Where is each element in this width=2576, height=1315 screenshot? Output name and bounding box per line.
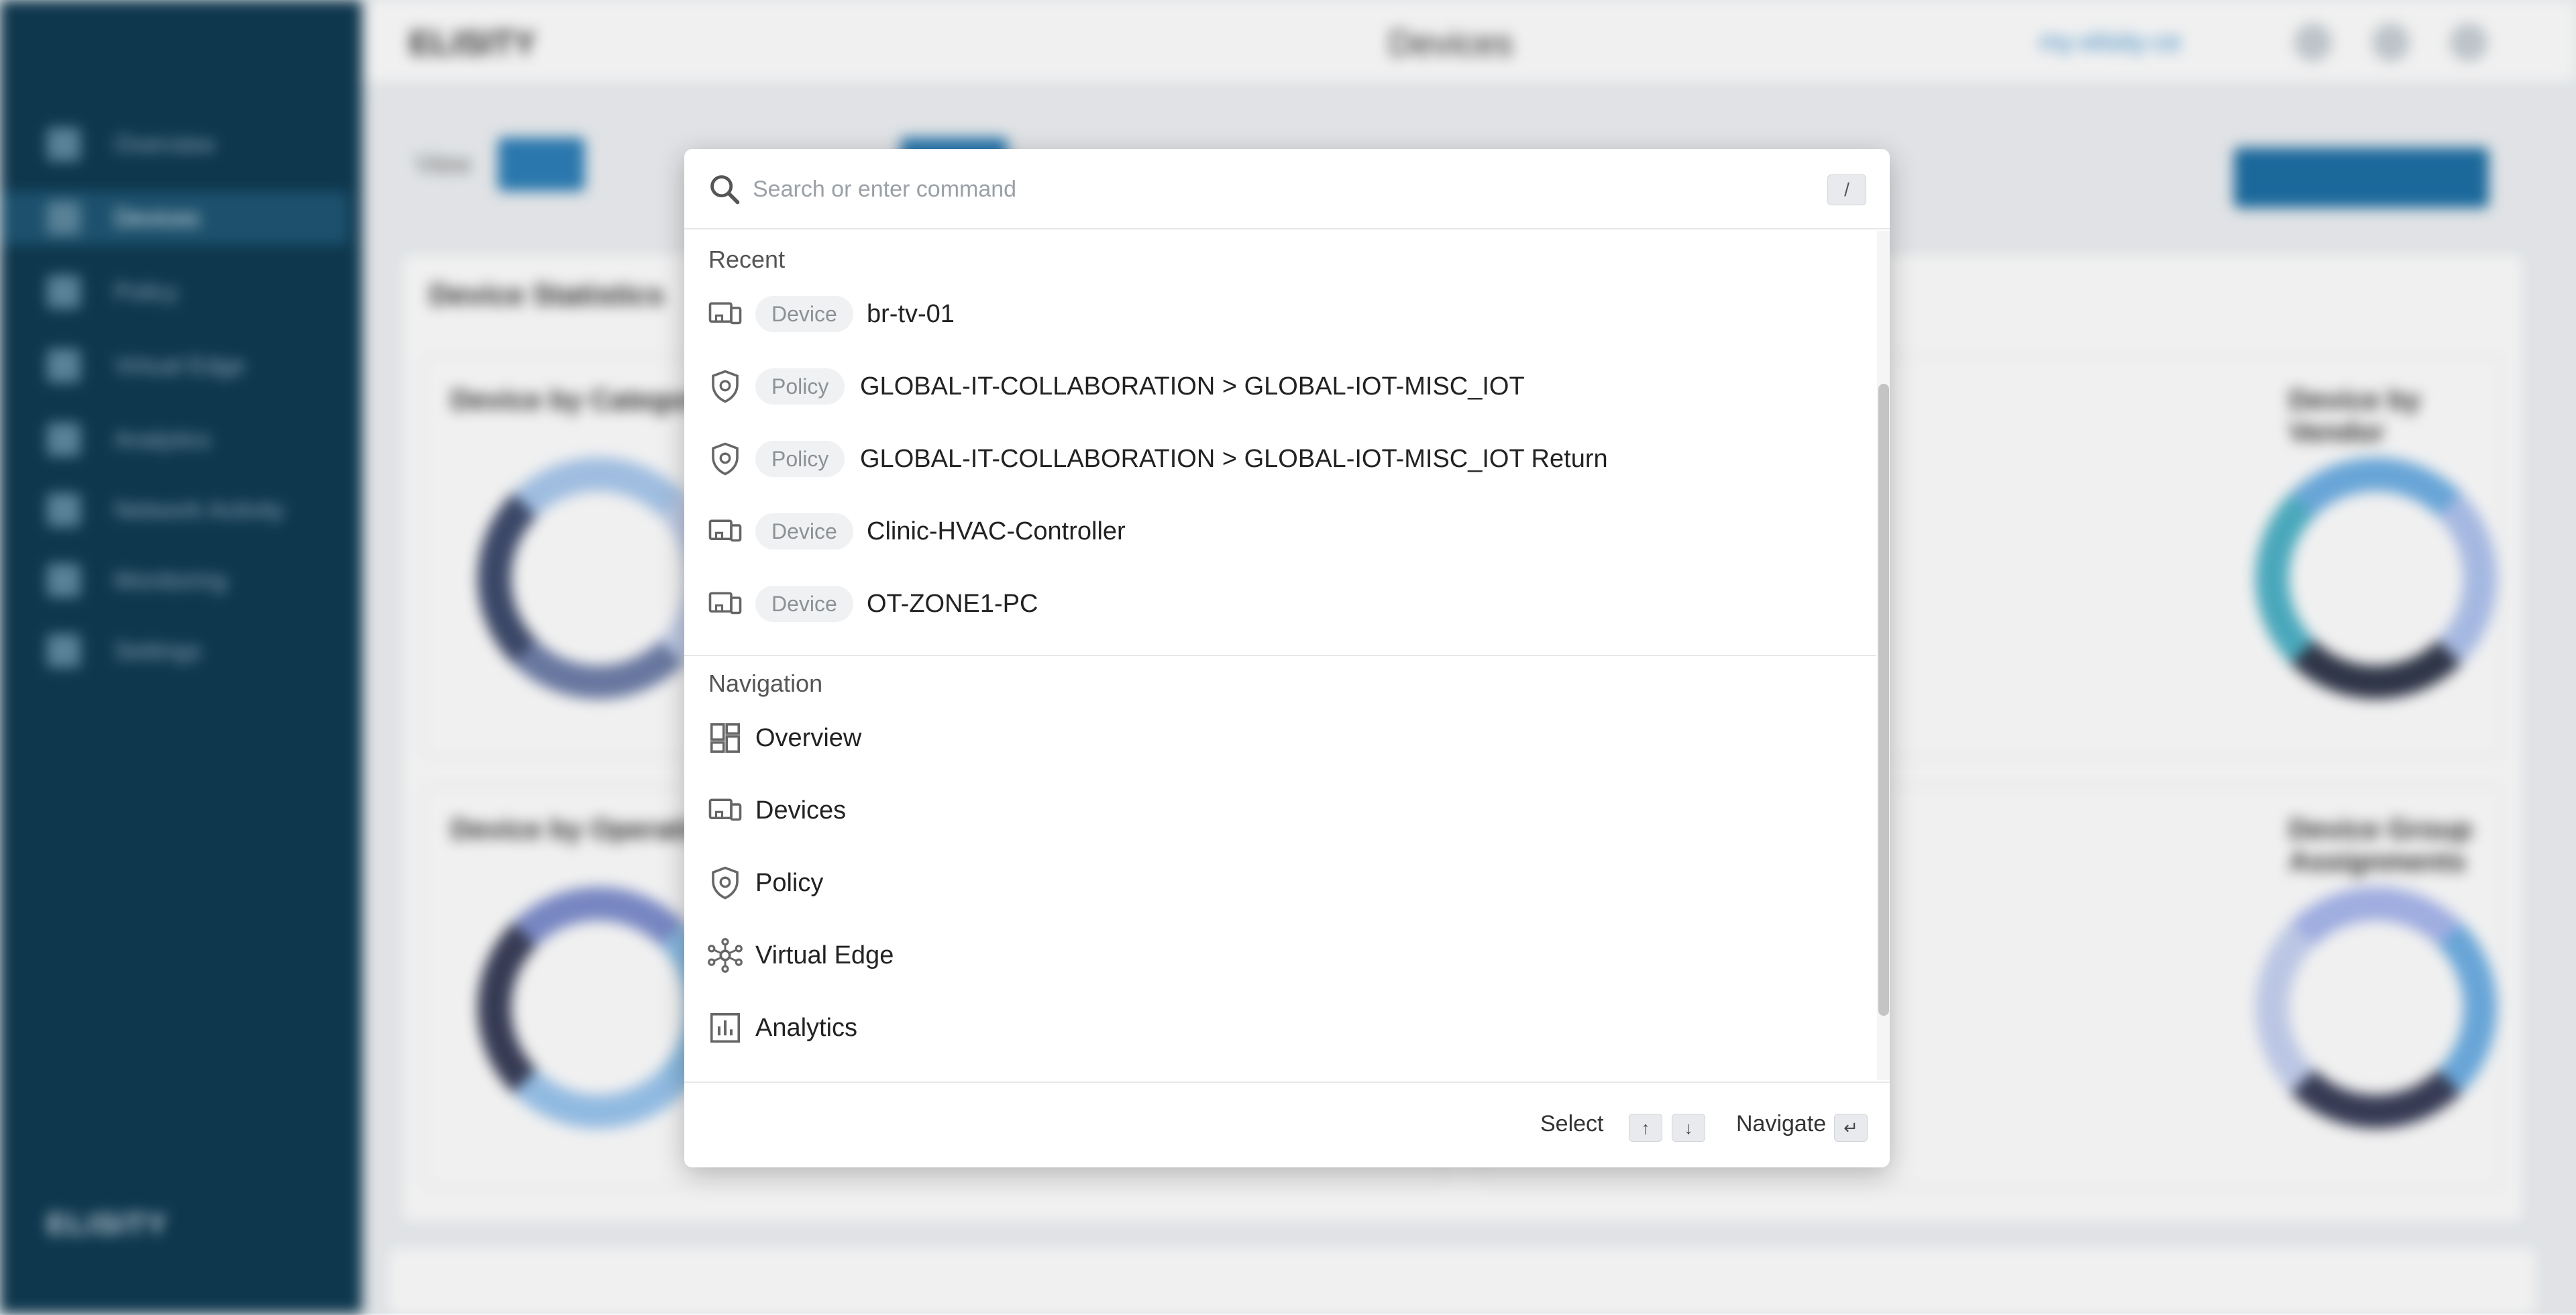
search-row: / [684,149,1890,229]
recent-item[interactable]: Device br-tv-01 [684,279,1876,349]
overview-icon [710,723,741,753]
item-type-badge: Device [755,513,853,549]
item-label: OT-ZONE1-PC [867,589,1038,618]
analytics-icon [710,1012,741,1043]
arrow-up-key: ↑ [1629,1114,1662,1142]
section-divider [684,655,1876,656]
command-search-input[interactable] [751,168,1758,211]
device-icon [708,519,742,542]
recent-item[interactable]: Device OT-ZONE1-PC [684,569,1876,639]
device-icon [708,592,742,615]
virtual-edge-icon [708,938,743,973]
nav-item-label: Policy [755,868,824,897]
recent-item[interactable]: Policy GLOBAL-IT-COLLABORATION > GLOBAL-… [684,424,1876,494]
item-type-badge: Policy [755,441,845,477]
section-title-navigation: Navigation [708,670,823,697]
item-label: br-tv-01 [867,299,955,328]
item-label: GLOBAL-IT-COLLABORATION > GLOBAL-IOT-MIS… [860,444,1608,473]
nav-item-policy[interactable]: Policy [684,848,1876,918]
policy-icon [712,866,739,900]
device-icon [708,302,742,325]
recent-item[interactable]: Device Clinic-HVAC-Controller [684,496,1876,566]
section-title-recent: Recent [708,246,786,273]
nav-item-devices[interactable]: Devices [684,776,1876,845]
scrollbar-thumb[interactable] [1878,384,1889,1016]
item-type-badge: Policy [755,368,845,405]
nav-item-virtual-edge[interactable]: Virtual Edge [684,920,1876,990]
item-type-badge: Device [755,586,853,622]
nav-item-overview[interactable]: Overview [684,703,1876,773]
shortcut-key: / [1827,174,1866,205]
recent-item[interactable]: Policy GLOBAL-IT-COLLABORATION > GLOBAL-… [684,352,1876,421]
nav-item-label: Virtual Edge [755,941,894,969]
palette-footer: Select ↑ ↓ Navigate ↵ [684,1082,1890,1167]
item-type-badge: Device [755,296,853,332]
command-list: Recent Device br-tv-01 Policy GLOBAL-IT-… [684,231,1876,1080]
devices-icon [708,798,742,821]
navigate-hint-label: Navigate [1736,1111,1827,1137]
policy-icon [712,370,739,403]
nav-item-label: Overview [755,723,862,752]
nav-item-label: Devices [755,796,847,825]
select-hint-label: Select [1540,1111,1604,1137]
command-palette: / Recent Device br-tv-01 Policy GLOBAL-I… [684,149,1890,1167]
enter-key: ↵ [1834,1114,1868,1142]
scrollbar-track[interactable] [1877,231,1890,1080]
arrow-down-key: ↓ [1672,1114,1705,1142]
item-label: GLOBAL-IT-COLLABORATION > GLOBAL-IOT-MIS… [860,372,1525,401]
nav-item-analytics[interactable]: Analytics [684,993,1876,1063]
search-icon [710,175,740,205]
item-label: Clinic-HVAC-Controller [867,517,1126,545]
nav-item-label: Analytics [755,1013,858,1042]
policy-icon [712,442,739,476]
